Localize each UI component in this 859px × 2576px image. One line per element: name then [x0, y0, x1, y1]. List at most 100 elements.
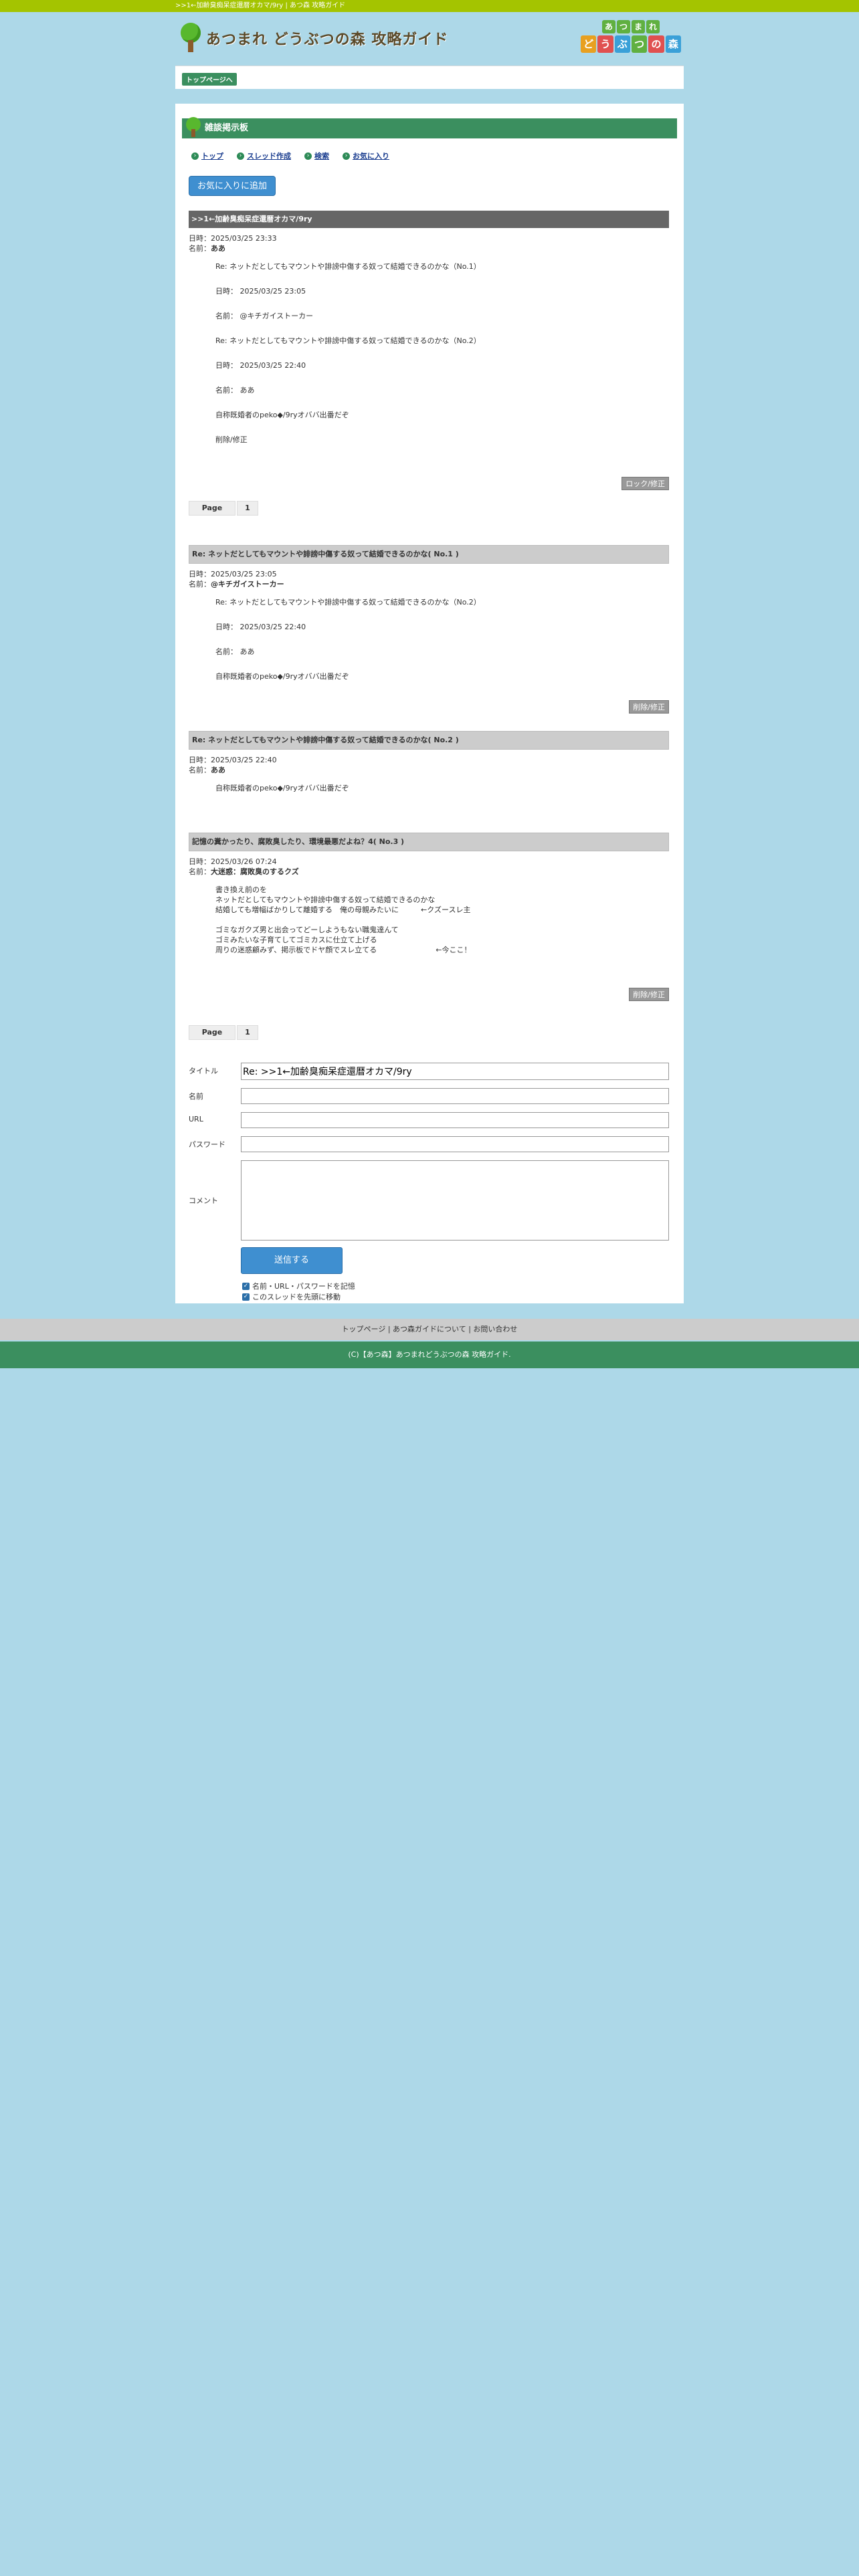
post-line: 日時： 2025/03/25 23:05 [215, 287, 306, 296]
nav-bar: トップページへ [175, 66, 684, 89]
reply-title: Re: ネットだとしてもマウントや誹謗中傷する奴って結婚できるのかな( No.1… [189, 545, 669, 564]
logo-char: ま [632, 20, 645, 33]
arrow-icon: › [304, 152, 312, 160]
top-page-link[interactable]: トップページへ [182, 73, 237, 86]
tree-icon [179, 23, 202, 53]
name-label: 名前： [189, 580, 211, 588]
post-line: 日時： 2025/03/25 22:40 [215, 361, 306, 370]
post-author: ああ [211, 244, 225, 253]
site-logo-link[interactable]: あつまれ どうぶつの森 攻略ガイド [179, 23, 448, 53]
url-input[interactable] [241, 1112, 669, 1128]
site-title: あつまれ どうぶつの森 攻略ガイド [206, 31, 449, 48]
copyright: (C)【あつ森】あつまれどうぶつの森 攻略ガイド. [0, 1341, 859, 1368]
arrow-icon: › [343, 152, 350, 160]
pager-page-1[interactable]: 1 [237, 501, 258, 516]
top-strip: >>1←加齢臭痴呆症還暦オカマ/9ry | あつ森 攻略ガイド [0, 0, 859, 12]
logo-char: の [648, 35, 664, 53]
post-line: Re: ネットだとしてもマウントや誹謗中傷する奴って結婚できるのかな（No.1） [215, 262, 481, 271]
password-input[interactable] [241, 1136, 669, 1152]
title-label: タイトル [189, 1067, 218, 1075]
pager-page-1[interactable]: 1 [237, 1025, 258, 1040]
checkbox-checked-icon[interactable]: ✓ [242, 1282, 250, 1290]
logo-char: つ [617, 20, 630, 33]
pager: Page 1 [189, 1025, 258, 1040]
post-line: 周りの迷惑顧みず、掲示板でドヤ顔でスレ立てる ←今ここ！ [215, 946, 472, 954]
name-label: 名前： [189, 766, 211, 774]
logo-char: う [597, 35, 613, 53]
password-label: パスワード [189, 1140, 225, 1149]
post-line: 日時： 2025/03/25 22:40 [215, 623, 306, 631]
url-label: URL [189, 1115, 203, 1123]
logo-char: れ [646, 20, 660, 33]
footer-links[interactable]: トップページ | あつ森ガイドについて | お問い合わせ [0, 1319, 859, 1340]
edit-delete-button[interactable]: 削除/修正 [629, 988, 669, 1001]
move-top-checkbox-row[interactable]: ✓ このスレッドを先頭に移動 [242, 1291, 341, 1302]
pager-label: Page [189, 1025, 235, 1040]
tree-icon [185, 117, 203, 138]
logo-char: つ [632, 35, 648, 53]
logo-char: 森 [665, 35, 681, 53]
name-input[interactable] [241, 1088, 669, 1104]
reply-post: 記憶の糞かったり、腐敗臭したり、環境最悪だよね？4( No.3 ) 日時：202… [189, 833, 669, 1001]
post-author: @キチガイストーカー [211, 580, 284, 588]
post-line: 名前： ああ [215, 647, 255, 656]
menu-favorites[interactable]: お気に入り [353, 150, 389, 161]
arrow-icon: › [237, 152, 244, 160]
edit-delete-button[interactable]: 削除/修正 [629, 700, 669, 714]
top-strip-text: >>1←加齢臭痴呆症還暦オカマ/9ry | あつ森 攻略ガイド [175, 2, 346, 9]
date-label: 日時： [189, 234, 211, 243]
post-line: 自称既婚者のpeko◆/9ryオババ出番だぞ [215, 672, 349, 681]
date-label: 日時： [189, 570, 211, 578]
site-header: あつまれ どうぶつの森 攻略ガイド あ つ ま れ ど う ぶ つ の 森 [175, 12, 684, 66]
reply-post: Re: ネットだとしてもマウントや誹謗中傷する奴って結婚できるのかな( No.1… [189, 545, 669, 714]
post-line: 自称既婚者のpeko◆/9ryオババ出番だぞ [215, 784, 349, 792]
reply-post: Re: ネットだとしてもマウントや誹謗中傷する奴って結婚できるのかな( No.2… [189, 731, 669, 808]
name-label: 名前： [189, 867, 211, 876]
post-author: ああ [211, 766, 225, 774]
post-line [215, 915, 669, 925]
post-line: 名前： ああ [215, 386, 255, 395]
comment-textarea[interactable] [241, 1160, 669, 1241]
submit-button[interactable]: 送信する [241, 1247, 343, 1274]
post-line: 書き換え前のを [215, 885, 267, 894]
date-label: 日時： [189, 857, 211, 866]
logo-char: ぶ [614, 35, 630, 53]
board-menu: › トップ › スレッド作成 › 検索 › お気に入り [191, 150, 389, 161]
post-line: ゴミなガクズ男と出会ってどーしようもない職鬼達んて [215, 926, 399, 934]
post-line: 削除/修正 [215, 435, 248, 444]
post-date: 2025/03/25 23:33 [211, 234, 277, 243]
post-author: 大迷惑：腐敗臭のするクズ [211, 867, 299, 876]
pager: Page 1 [189, 501, 258, 516]
reply-title: Re: ネットだとしてもマウントや誹謗中傷する奴って結婚できるのかな( No.2… [189, 731, 669, 750]
move-top-label: このスレッドを先頭に移動 [252, 1293, 341, 1301]
thread-title: >>1←加齢臭痴呆症還暦オカマ/9ry [189, 211, 669, 228]
board-header: 雑談掲示板 [182, 117, 677, 138]
menu-top[interactable]: トップ [201, 150, 223, 161]
logo-char: ど [581, 35, 597, 53]
board-title: 雑談掲示板 [205, 123, 249, 133]
post-line: 自称既婚者のpeko◆/9ryオババ出番だぞ [215, 411, 349, 419]
post-line: ゴミみたいな子育てしてゴミカスに仕立て上げる [215, 936, 377, 944]
lock-edit-button[interactable]: ロック/修正 [622, 477, 669, 490]
reply-title: 記憶の糞かったり、腐敗臭したり、環境最悪だよね？4( No.3 ) [189, 833, 669, 851]
post-line: 結婚しても増幅ばかりして離婚する 俺の母親みたいに ←クズースレ主 [215, 905, 471, 914]
post-date: 2025/03/25 23:05 [211, 570, 277, 578]
title-input[interactable] [241, 1063, 669, 1080]
post-date: 2025/03/26 07:24 [211, 857, 277, 866]
add-favorite-button[interactable]: お気に入りに追加 [189, 176, 276, 196]
pager-label: Page [189, 501, 235, 516]
comment-label: コメント [189, 1196, 218, 1205]
name-field-label: 名前 [189, 1092, 203, 1101]
thread-post: >>1←加齢臭痴呆症還暦オカマ/9ry 日時：2025/03/25 23:33 … [189, 211, 669, 490]
checkbox-checked-icon[interactable]: ✓ [242, 1293, 250, 1301]
menu-create-thread[interactable]: スレッド作成 [247, 150, 291, 161]
remember-checkbox-row[interactable]: ✓ 名前・URL・パスワードを記憶 [242, 1281, 355, 1291]
date-label: 日時： [189, 756, 211, 764]
logo-char: あ [602, 20, 615, 33]
post-line: Re: ネットだとしてもマウントや誹謗中傷する奴って結婚できるのかな（No.2） [215, 598, 481, 607]
name-label: 名前： [189, 244, 211, 253]
main-content: 雑談掲示板 › トップ › スレッド作成 › 検索 › お気に入り お気に入りに追加 >… [175, 104, 684, 1303]
post-line: ネットだとしてもマウントや誹謗中傷する奴って結婚できるのかな [215, 895, 436, 904]
menu-search[interactable]: 検索 [314, 150, 329, 161]
post-line: 名前： @キチガイストーカー [215, 312, 314, 320]
